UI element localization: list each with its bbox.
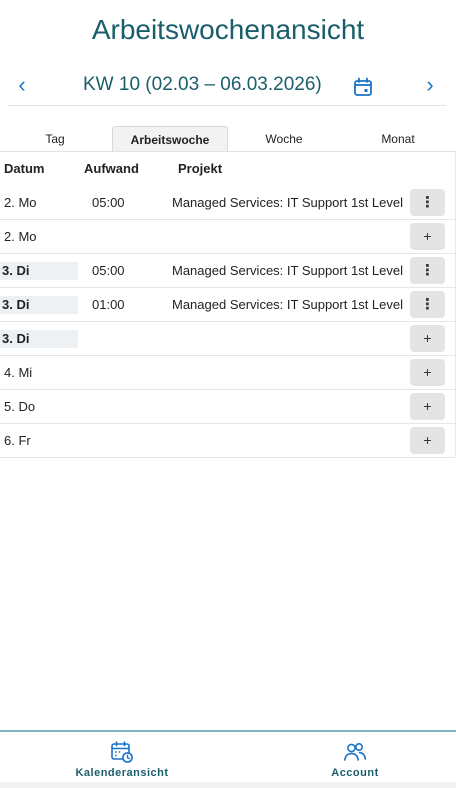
row-date: 3. Di — [0, 262, 78, 280]
column-header-project: Projekt — [178, 161, 223, 176]
more-options-button[interactable]: ⋮ — [410, 257, 445, 284]
page-title: Arbeitswochenansicht — [91, 14, 365, 45]
more-options-button[interactable]: ⋮ — [410, 189, 445, 216]
row-date: 4. Mi — [4, 365, 33, 380]
add-entry-button[interactable]: + — [410, 223, 445, 250]
row-date: 6. Fr — [4, 433, 31, 448]
tab-monat[interactable]: Monat — [368, 126, 428, 152]
calendar-icon[interactable] — [352, 76, 374, 98]
table-row[interactable]: 2. Mo 05:00 Managed Services: IT Support… — [0, 186, 456, 220]
row-time: 01:00 — [92, 297, 125, 312]
bottom-navigation: Kalenderansicht Account — [0, 730, 456, 782]
nav-kalenderansicht[interactable]: Kalenderansicht — [60, 732, 184, 784]
prev-week-button[interactable]: ‹ — [10, 72, 34, 98]
week-navigation: ‹ KW 10 (02.03 – 06.03.2026) › — [0, 68, 456, 104]
table-row: 6. Fr + — [0, 424, 456, 458]
calendar-clock-icon — [111, 741, 133, 763]
add-entry-button[interactable]: + — [410, 325, 445, 352]
nav-account[interactable]: Account — [314, 732, 396, 784]
table-header: Datum Aufwand Projekt — [0, 152, 456, 186]
row-date: 5. Do — [4, 399, 36, 414]
next-week-button[interactable]: › — [418, 72, 442, 98]
add-entry-button[interactable]: + — [410, 359, 445, 386]
bottom-strip — [0, 782, 456, 788]
table-row: 2. Mo + — [0, 220, 456, 254]
nav-kalenderansicht-label: Kalenderansicht — [75, 767, 169, 779]
row-date: 2. Mo — [4, 229, 37, 244]
row-time: 05:00 — [92, 195, 125, 210]
more-options-button[interactable]: ⋮ — [410, 291, 445, 318]
nav-account-label: Account — [331, 767, 379, 779]
row-time: 05:00 — [92, 263, 125, 278]
row-project: Managed Services: IT Support 1st Level — [172, 263, 403, 278]
app-root: Arbeitswochenansicht ‹ KW 10 (02.03 – 06… — [0, 0, 456, 788]
table-row[interactable]: 3. Di 05:00 Managed Services: IT Support… — [0, 254, 456, 288]
column-header-date: Datum — [4, 161, 45, 176]
table-row[interactable]: 3. Di 01:00 Managed Services: IT Support… — [0, 288, 456, 322]
view-tabs: Tag Arbeitswoche Woche Monat — [0, 126, 456, 152]
row-date: 2. Mo — [4, 195, 37, 210]
add-entry-button[interactable]: + — [410, 427, 445, 454]
tab-arbeitswoche[interactable]: Arbeitswoche — [112, 126, 228, 152]
week-label: KW 10 (02.03 – 06.03.2026) — [83, 74, 322, 95]
row-date: 3. Di — [0, 330, 78, 348]
column-header-effort: Aufwand — [84, 161, 139, 176]
row-project: Managed Services: IT Support 1st Level — [172, 297, 403, 312]
row-project: Managed Services: IT Support 1st Level — [172, 195, 403, 210]
table-row: 5. Do + — [0, 390, 456, 424]
table-row: 4. Mi + — [0, 356, 456, 390]
divider — [8, 105, 446, 106]
users-icon — [344, 742, 367, 761]
tab-woche[interactable]: Woche — [254, 126, 314, 152]
row-date: 3. Di — [0, 296, 78, 314]
tab-tag[interactable]: Tag — [30, 126, 80, 152]
time-entries-table: Datum Aufwand Projekt 2. Mo 05:00 Manage… — [0, 152, 456, 458]
add-entry-button[interactable]: + — [410, 393, 445, 420]
table-row: 3. Di + — [0, 322, 456, 356]
